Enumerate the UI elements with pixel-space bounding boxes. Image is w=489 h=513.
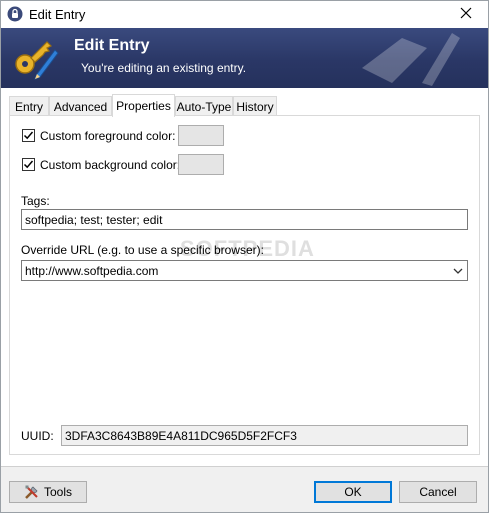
uuid-value: 3DFA3C8643B89E4A811DC965D5F2FCF3 bbox=[65, 428, 297, 443]
tags-value: softpedia; test; tester; edit bbox=[25, 212, 163, 227]
tags-input[interactable]: softpedia; test; tester; edit bbox=[21, 209, 468, 230]
override-url-label: Override URL (e.g. to use a specific bro… bbox=[21, 243, 264, 257]
properties-panel: SOFTPEDIA Custom foreground color: Custo… bbox=[9, 115, 480, 455]
banner-subtitle: You're editing an existing entry. bbox=[81, 61, 247, 75]
header-banner: Edit Entry You're editing an existing en… bbox=[1, 28, 488, 88]
banner-watermark-icon bbox=[362, 33, 460, 86]
custom-foreground-checkbox[interactable] bbox=[22, 129, 35, 142]
uuid-label: UUID: bbox=[21, 429, 54, 443]
banner-title: Edit Entry bbox=[74, 37, 150, 54]
cancel-button[interactable]: Cancel bbox=[399, 481, 477, 503]
tools-label: Tools bbox=[43, 485, 72, 499]
custom-background-label[interactable]: Custom background color: bbox=[40, 158, 180, 172]
window-title: Edit Entry bbox=[29, 7, 86, 22]
tab-auto-type[interactable]: Auto-Type bbox=[175, 96, 233, 116]
background-color-button[interactable] bbox=[178, 154, 224, 175]
foreground-color-button[interactable] bbox=[178, 125, 224, 146]
tools-icon bbox=[24, 484, 40, 500]
checkmark-icon bbox=[23, 131, 34, 140]
lock-icon bbox=[7, 6, 23, 22]
tab-properties[interactable]: Properties bbox=[112, 94, 175, 117]
cancel-label: Cancel bbox=[419, 485, 457, 499]
tags-label: Tags: bbox=[21, 194, 50, 208]
checkmark-icon bbox=[23, 160, 34, 169]
tools-button[interactable]: Tools bbox=[9, 481, 87, 503]
title-bar: Edit Entry bbox=[1, 1, 488, 28]
ok-label: OK bbox=[344, 485, 362, 499]
dialog-footer: Tools OK Cancel bbox=[1, 467, 488, 512]
edit-entry-window: Edit Entry Edit Entry You're editing an … bbox=[0, 0, 489, 513]
close-icon bbox=[460, 6, 472, 24]
custom-foreground-label[interactable]: Custom foreground color: bbox=[40, 129, 175, 143]
ok-button[interactable]: OK bbox=[314, 481, 392, 503]
tab-advanced[interactable]: Advanced bbox=[49, 96, 112, 116]
override-url-value: http://www.softpedia.com bbox=[25, 263, 159, 278]
uuid-field[interactable]: 3DFA3C8643B89E4A811DC965D5F2FCF3 bbox=[61, 425, 468, 446]
chevron-down-icon[interactable] bbox=[452, 265, 464, 277]
override-url-combobox[interactable]: http://www.softpedia.com bbox=[21, 260, 468, 281]
close-button[interactable] bbox=[444, 1, 488, 28]
tab-history[interactable]: History bbox=[233, 96, 277, 116]
tab-entry[interactable]: Entry bbox=[9, 96, 49, 116]
custom-background-checkbox[interactable] bbox=[22, 158, 35, 171]
key-pencil-icon bbox=[11, 34, 59, 82]
